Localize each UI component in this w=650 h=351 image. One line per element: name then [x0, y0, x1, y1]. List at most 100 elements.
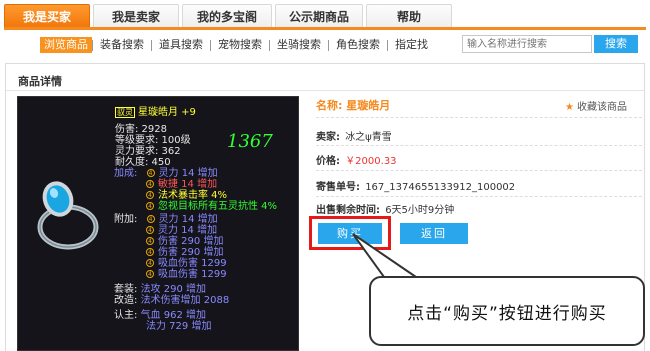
time-row: 出售剩余时间: 6天5小时9分钟: [316, 201, 454, 216]
gem-icon: 4: [146, 202, 154, 210]
tab-my-gallery-label: 我的多宝阁: [196, 10, 257, 24]
tab-public-items-label: 公示期商品: [288, 10, 349, 24]
item-stat: 伤害: 2928: [115, 124, 167, 135]
refine-label: 改造:: [114, 295, 138, 306]
subnav-props[interactable]: 道具搜索: [152, 37, 210, 53]
set-label: 套装:: [114, 284, 138, 295]
plus-row: 加成: 4 灵力 14 增加: [114, 168, 218, 179]
favorite-link[interactable]: ★ 收藏该商品: [565, 98, 627, 113]
favorite-label: 收藏该商品: [576, 102, 627, 113]
cert-row: 法力 729 增加: [146, 321, 211, 332]
seller-row: 卖家: 冰之ψ青雪: [316, 128, 392, 143]
plus-line: 灵力 14 增加: [158, 168, 218, 179]
time-label: 出售剩余时间:: [316, 205, 380, 216]
subnav-browse[interactable]: 浏览商品: [40, 37, 92, 53]
item-card: 驭灵 星璇皓月 +9 伤害: 2928 等级要求: 100级 灵力要求: 362 …: [17, 96, 299, 351]
plus-label: 加成:: [114, 168, 138, 179]
attach-row: 4 吸血伤害 1299: [146, 269, 227, 280]
gem-icon: 4: [146, 180, 154, 188]
attach-line: 吸血伤害 1299: [158, 269, 227, 280]
divider: [316, 196, 642, 197]
cert-row: 认主: 气血 962 增加: [114, 310, 206, 321]
cert-value: 法力 729 增加: [146, 321, 212, 332]
tab-buyer[interactable]: 我是买家: [4, 4, 90, 28]
item-badge: 驭灵: [115, 107, 135, 118]
tab-help-label: 帮助: [396, 10, 421, 24]
attach-line: 伤害 290 增加: [158, 247, 224, 258]
gem-icon: 4: [146, 169, 155, 177]
subnav-roles[interactable]: 角色搜索: [329, 37, 387, 53]
tab-my-gallery[interactable]: 我的多宝阁: [182, 4, 272, 28]
sub-navigation: 浏览商品 装备搜索 道具搜索 宠物搜索 坐骑搜索 角色搜索 指定找: [40, 37, 435, 53]
set-value: 法攻 290 增加: [140, 284, 207, 295]
tab-help[interactable]: 帮助: [366, 4, 452, 28]
tab-seller-label: 我是卖家: [111, 10, 160, 24]
panel-divider: [6, 90, 644, 91]
subnav-pets[interactable]: 宠物搜索: [211, 37, 269, 53]
time-value: 6天5小时9分钟: [385, 205, 455, 216]
cert-value: 气血 962 增加: [140, 310, 207, 321]
order-label: 寄售单号:: [316, 182, 360, 193]
cert-label: 认主:: [114, 310, 138, 321]
tab-buyer-label: 我是买家: [22, 10, 71, 24]
price-row: 价格: ￥2000.33: [316, 152, 397, 167]
gem-icon: 4: [146, 270, 154, 278]
price-value: ￥2000.33: [345, 156, 397, 167]
attach-line: 灵力 14 增加: [158, 214, 218, 225]
top-tabs: 我是买家 我是卖家 我的多宝阁 公示期商品 帮助: [4, 4, 455, 28]
divider: [316, 117, 642, 118]
order-value: 167_1374655133912_100002: [365, 182, 516, 193]
name-value: 星璇皓月: [346, 99, 391, 112]
plus-line: 忽视目标所有五灵抗性 4%: [158, 201, 278, 212]
price-label: 价格:: [316, 156, 340, 167]
item-stat: 灵力要求: 362: [115, 146, 181, 157]
subnav-mounts[interactable]: 坐骑搜索: [270, 37, 328, 53]
subnav-specific[interactable]: 指定找: [388, 37, 435, 53]
callout-text: 点击“购买”按钮进行购买: [407, 303, 607, 324]
instruction-callout: 点击“购买”按钮进行购买: [369, 276, 645, 346]
item-title-row: 驭灵 星璇皓月 +9: [115, 107, 196, 118]
gem-icon: 4: [146, 191, 154, 199]
divider: [316, 145, 642, 146]
plus-line: 敏捷 14 增加: [158, 179, 218, 190]
subnav-equipment[interactable]: 装备搜索: [93, 37, 151, 53]
refine-row: 改造: 法术伤害增加 2088: [114, 295, 229, 306]
divider: [316, 170, 642, 171]
gem-icon: 4: [146, 259, 154, 267]
item-stat: 耐久度: 450: [115, 157, 171, 168]
attach-row: 4 吸血伤害 1299: [146, 258, 227, 269]
attach-row: 4 伤害 290 增加: [146, 247, 223, 258]
panel-title: 商品详情: [18, 75, 62, 88]
gem-icon: 4: [146, 237, 154, 245]
attach-row: 4 伤害 290 增加: [146, 236, 223, 247]
search-button[interactable]: 搜索: [594, 35, 638, 53]
attach-row: 附加: 4 灵力 14 增加: [114, 214, 218, 225]
gem-icon: 4: [146, 226, 154, 234]
attach-line: 吸血伤害 1299: [158, 258, 227, 269]
refine-value: 法术伤害增加 2088: [140, 295, 230, 306]
attach-label: 附加:: [114, 214, 138, 225]
star-icon: ★: [565, 102, 574, 113]
set-row: 套装: 法攻 290 增加: [114, 284, 206, 295]
item-score: 1367: [227, 131, 273, 152]
gem-icon: 4: [146, 248, 154, 256]
seller-value: 冰之ψ青雪: [345, 132, 392, 143]
order-row: 寄售单号: 167_1374655133912_100002: [316, 178, 515, 193]
plus-row: 4 敏捷 14 增加: [146, 179, 217, 190]
plus-line: 法术暴击率 4%: [158, 190, 228, 201]
item-name-heading: 名称: 星璇皓月: [316, 97, 390, 113]
gem-icon: 4: [146, 215, 155, 223]
tab-underline: [4, 27, 646, 30]
attach-row: 4 灵力 14 增加: [146, 225, 217, 236]
name-label: 名称:: [316, 99, 343, 112]
seller-label: 卖家:: [316, 132, 340, 143]
tab-seller[interactable]: 我是卖家: [93, 4, 179, 28]
item-name: 星璇皓月 +9: [138, 107, 196, 118]
ring-icon: [37, 181, 99, 250]
search-input[interactable]: [462, 35, 592, 53]
plus-row: 4 忽视目标所有五灵抗性 4%: [146, 201, 277, 212]
item-stat: 等级要求: 100级: [115, 135, 191, 146]
tab-public-items[interactable]: 公示期商品: [275, 4, 363, 28]
attach-line: 伤害 290 增加: [158, 236, 224, 247]
plus-row: 4 法术暴击率 4%: [146, 190, 227, 201]
